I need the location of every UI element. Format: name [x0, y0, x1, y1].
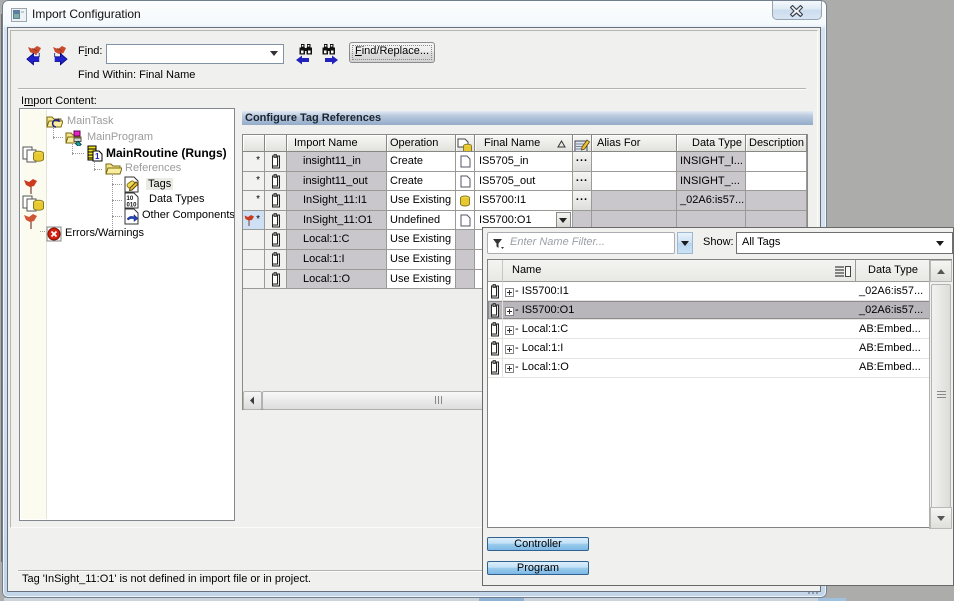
svg-text:1: 1 [95, 152, 100, 161]
svg-text:10: 10 [127, 196, 134, 202]
